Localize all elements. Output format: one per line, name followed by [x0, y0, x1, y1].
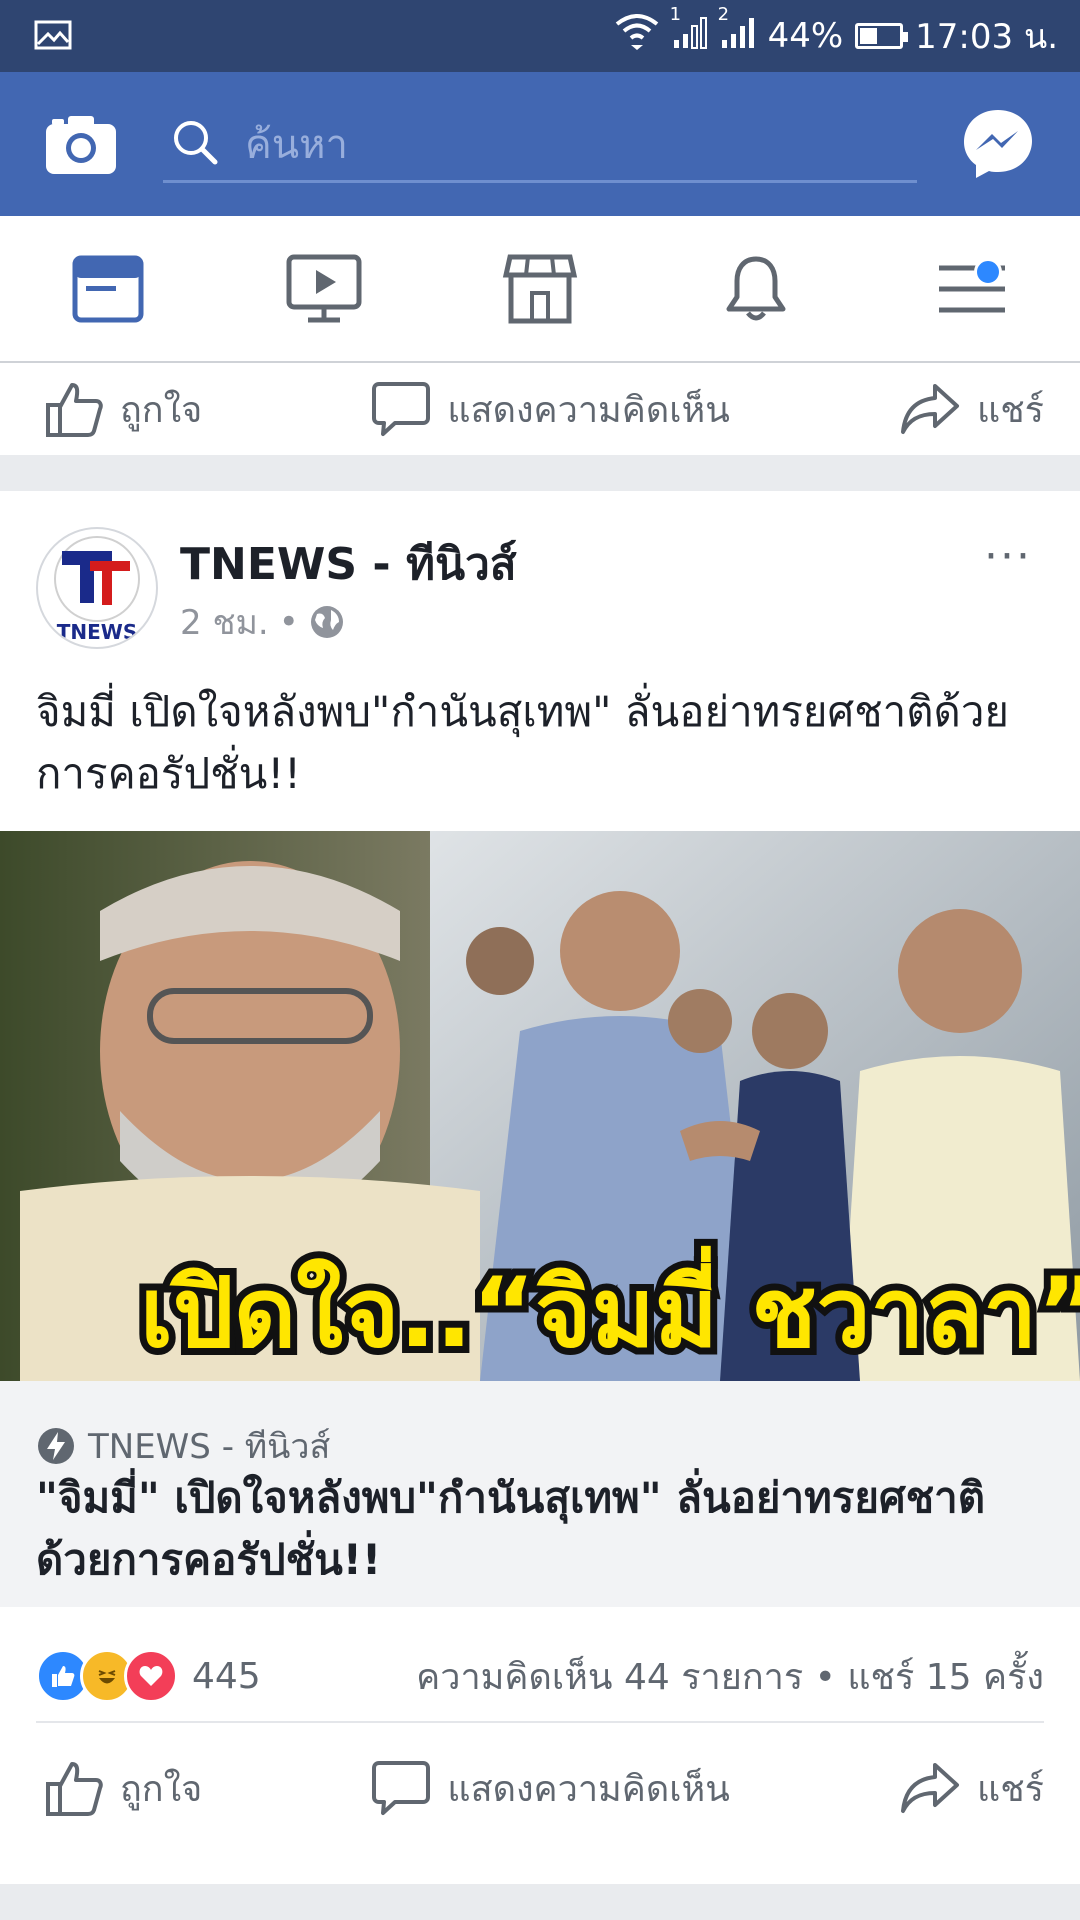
post-time[interactable]: 2 ชม.	[180, 595, 269, 649]
like-icon	[46, 383, 103, 437]
link-source-name: TNEWS - ทีนิวส์	[88, 1427, 331, 1467]
watch-icon	[286, 254, 362, 322]
post-meta: 2 ชม. •	[180, 595, 345, 649]
nav-tabs	[0, 216, 1080, 363]
search-icon	[171, 118, 221, 172]
clock: 17:03 น.	[915, 17, 1058, 57]
previous-post-actions: ถูกใจ แสดงความคิดเห็น แชร์	[0, 363, 1080, 455]
tab-news-feed[interactable]	[48, 234, 168, 344]
comment-label: แสดงความคิดเห็น	[447, 389, 730, 431]
reactions-summary[interactable]: 445	[36, 1649, 261, 1703]
meta-separator: •	[278, 602, 299, 642]
tab-marketplace[interactable]	[480, 234, 600, 344]
comment-button[interactable]: แสดงความคิดเห็น	[371, 1759, 730, 1817]
page-avatar[interactable]: TNEWS	[36, 527, 158, 649]
search-input[interactable]	[243, 116, 887, 174]
page-name[interactable]: TNEWS - ทีนิวส์	[180, 529, 517, 599]
gallery-notification-icon	[34, 20, 72, 54]
news-feed-icon	[72, 255, 144, 322]
image-overlay-text: เปิดใจ..“จิมมี่ ชวาลา”	[140, 1245, 1080, 1369]
share-button[interactable]: แชร์	[899, 1760, 1044, 1817]
signal-sim1-icon: 1	[670, 4, 708, 59]
signal-sim2-icon: 2	[718, 4, 756, 59]
link-source: TNEWS - ทีนิวส์	[36, 1419, 330, 1473]
globe-icon	[310, 606, 343, 638]
battery-percent: 44%	[767, 16, 844, 56]
wifi-icon	[614, 12, 660, 61]
comment-label: แสดงความคิดเห็น	[447, 1768, 730, 1810]
tab-menu[interactable]	[912, 234, 1032, 344]
comment-icon	[372, 382, 431, 436]
instant-article-icon	[38, 1428, 74, 1464]
svg-text:TNEWS: TNEWS	[57, 620, 138, 644]
comment-icon	[372, 1761, 431, 1815]
share-label: แชร์	[977, 389, 1044, 431]
sim1-label: 1	[669, 3, 682, 25]
like-button[interactable]: ถูกใจ	[44, 379, 202, 439]
notification-dot	[974, 257, 1002, 286]
post-options-button[interactable]: ···	[984, 531, 1032, 582]
like-button[interactable]: ถูกใจ	[44, 1758, 202, 1818]
sim2-label: 2	[717, 3, 730, 25]
post-stats: 445 ความคิดเห็น 44 รายการ • แชร์ 15 ครั้…	[36, 1631, 1044, 1723]
like-label: ถูกใจ	[120, 1768, 203, 1810]
app-header	[0, 72, 1080, 216]
share-icon	[901, 384, 959, 434]
marketplace-icon	[502, 254, 578, 323]
share-button[interactable]: แชร์	[899, 381, 1044, 438]
battery-fill	[860, 28, 878, 44]
status-bar: 1 2 44% 17:03 น.	[0, 0, 1080, 72]
battery-icon	[855, 23, 909, 49]
tab-notifications[interactable]	[696, 234, 816, 344]
link-preview[interactable]: TNEWS - ทีนิวส์ "จิมมี่" เปิดใจหลังพบ"กำ…	[0, 1381, 1080, 1607]
messenger-icon[interactable]	[960, 106, 1036, 186]
link-title: "จิมมี่" เปิดใจหลังพบ"กำนันสุเทพ" ลั่นอย…	[36, 1473, 985, 1584]
post-image[interactable]: เปิดใจ..“จิมมี่ ชวาลา”	[0, 831, 1080, 1381]
reaction-count: 445	[192, 1655, 261, 1697]
love-reaction-icon	[124, 1649, 178, 1703]
share-label: แชร์	[977, 1768, 1044, 1810]
comments-shares-count[interactable]: ความคิดเห็น 44 รายการ • แชร์ 15 ครั้ง	[416, 1648, 1044, 1705]
search-bar[interactable]	[163, 108, 917, 183]
tab-watch[interactable]	[264, 234, 384, 344]
like-label: ถูกใจ	[120, 389, 203, 431]
camera-icon[interactable]	[46, 116, 116, 178]
share-icon	[901, 1763, 959, 1813]
like-icon	[46, 1762, 103, 1816]
post-actions: ถูกใจ แสดงความคิดเห็น แชร์	[0, 1723, 1080, 1853]
post-caption: จิมมี่ เปิดใจหลังพบ"กำนันสุเทพ" ลั่นอย่า…	[36, 687, 1010, 798]
comment-button[interactable]: แสดงความคิดเห็น	[371, 380, 730, 438]
post-card: TNEWS TNEWS - ทีนิวส์ 2 ชม. • ··· จิมมี่…	[0, 491, 1080, 1884]
bell-icon	[726, 256, 786, 320]
